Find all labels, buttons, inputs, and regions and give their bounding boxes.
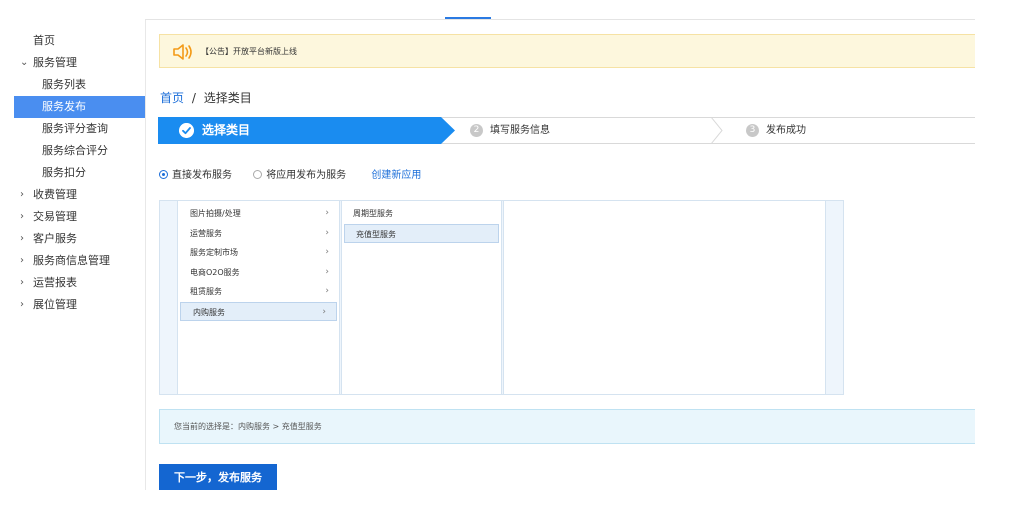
chevron-right-icon: › [325,266,329,277]
breadcrumb: 首页 / 选择类目 [160,89,252,106]
category-level3-list [503,201,826,394]
chevron-right-icon: › [20,211,24,222]
chevron-right-icon: › [322,306,326,317]
category-item-periodic[interactable]: 周期型服务 [342,204,501,224]
category-label: 租赁服务 [190,287,222,296]
breadcrumb-home-link[interactable]: 首页 [160,91,184,105]
category-item-in-app-purchase[interactable]: 内购服务 › [180,301,337,321]
sidebar-group-service-management[interactable]: ⌄ 服务管理 [0,52,145,74]
sidebar-group-billing[interactable]: › 收费管理 [0,184,145,206]
radio-label: 直接发布服务 [172,170,232,181]
sidebar-item-label: 服务综合评分 [42,144,108,157]
sidebar-item-label: 运营报表 [33,276,77,289]
sidebar-item-label: 客户服务 [33,232,77,245]
chevron-right-icon: › [325,286,329,296]
step-label-select-category: 选择类目 [202,123,251,137]
chevron-right-icon: › [325,247,329,257]
next-publish-button[interactable]: 下一步，发布服务 [159,464,277,490]
radio-label: 将应用发布为服务 [266,170,347,181]
step-number-2: 2 [470,124,483,137]
sidebar-item-label: 服务商信息管理 [33,254,110,267]
step-number-3: 3 [746,124,759,137]
sidebar-item-label: 交易管理 [33,210,77,223]
sidebar-group-booth[interactable]: › 展位管理 [0,294,145,316]
sidebar-item-label: 服务管理 [33,56,77,69]
category-level2-list: 周期型服务 充值型服务 [341,201,502,394]
radio-app-as-service[interactable]: 将应用发布为服务 [253,166,346,181]
chevron-right-icon: › [20,189,24,200]
sidebar-group-provider-info[interactable]: › 服务商信息管理 [0,250,145,272]
step-divider-chevron [711,117,723,144]
category-selector: 图片拍摄/处理 › 运营服务 › 服务定制市场 › 电商O2O服务 › 租赁服务 › 内购… [159,200,844,395]
sidebar-item-label: 展位管理 [33,298,77,311]
speaker-icon [173,44,192,60]
category-item-custom-market[interactable]: 服务定制市场 › [178,243,339,263]
category-item-rental[interactable]: 租赁服务 › [178,282,339,302]
sidebar-item-label: 服务列表 [42,78,86,91]
chevron-right-icon: › [20,277,24,288]
publish-stepper: 选择类目 2 填写服务信息 3 发布成功 [158,117,975,144]
chevron-right-icon: › [20,299,24,310]
breadcrumb-separator: / [191,91,196,105]
create-new-app-link[interactable]: 创建新应用 [371,170,421,181]
chevron-right-icon: › [20,233,24,244]
breadcrumb-current: 选择类目 [203,91,252,105]
category-item-recharge[interactable]: 充值型服务 [344,223,499,243]
chevron-right-icon: › [325,208,329,218]
step-label-fill-info: 填写服务信息 [490,125,550,136]
sidebar-item-label: 服务发布 [42,100,86,113]
category-label: 图片拍摄/处理 [190,209,241,218]
chevron-right-icon: › [20,255,24,266]
radio-unchecked-icon [253,170,263,179]
category-label: 周期型服务 [353,209,393,218]
category-label: 内购服务 [193,307,225,317]
sidebar-divider [145,20,146,490]
sidebar-group-transactions[interactable]: › 交易管理 [0,206,145,228]
sidebar-item-label: 服务评分查询 [42,122,108,135]
step-label-publish-success: 发布成功 [766,125,806,136]
chevron-down-icon: ⌄ [20,57,29,68]
sidebar-group-customer-service[interactable]: › 客户服务 [0,228,145,250]
sidebar-item-label: 服务扣分 [42,166,86,179]
selection-summary: 您当前的选择是：内购服务 > 充值型服务 [159,409,975,444]
sidebar-item-service-publish[interactable]: 服务发布 [14,96,145,118]
category-item-operations[interactable]: 运营服务 › [178,224,339,244]
sidebar-item-home[interactable]: 首页 [0,30,145,52]
sidebar-item-service-list[interactable]: 服务列表 [0,74,145,96]
category-label: 运营服务 [190,228,222,238]
announcement-text[interactable]: 【公告】开放平台新版上线 [201,35,297,68]
radio-checked-icon [159,170,168,179]
top-divider [145,19,975,20]
category-label: 充值型服务 [356,229,396,239]
category-label: 电商O2O服务 [190,267,240,277]
announcement-banner: 【公告】开放平台新版上线 [159,34,975,68]
publish-mode-options: 直接发布服务 将应用发布为服务 创建新应用 [159,166,421,181]
top-tab-indicator [445,17,491,19]
sidebar-item-label: 收费管理 [33,188,77,201]
sidebar-item-label: 首页 [33,34,55,47]
category-level1-list: 图片拍摄/处理 › 运营服务 › 服务定制市场 › 电商O2O服务 › 租赁服务 › 内购… [177,201,340,394]
selection-summary-text: 您当前的选择是：内购服务 > 充值型服务 [174,422,322,431]
category-label: 服务定制市场 [190,248,238,257]
sidebar-group-reports[interactable]: › 运营报表 [0,272,145,294]
chevron-right-icon: › [325,227,329,238]
sidebar-item-rating-query[interactable]: 服务评分查询 [0,118,145,140]
sidebar-item-deduction[interactable]: 服务扣分 [0,162,145,184]
radio-direct-publish[interactable]: 直接发布服务 [159,166,232,181]
check-circle-icon [179,123,194,138]
sidebar-item-overall-rating[interactable]: 服务综合评分 [0,140,145,162]
category-item-photo[interactable]: 图片拍摄/处理 › [178,204,339,224]
category-item-o2o[interactable]: 电商O2O服务 › [178,263,339,283]
sidebar-nav: 首页 ⌄ 服务管理 服务列表 服务发布 服务评分查询 服务综合评分 服务扣分 › 收… [0,30,145,316]
